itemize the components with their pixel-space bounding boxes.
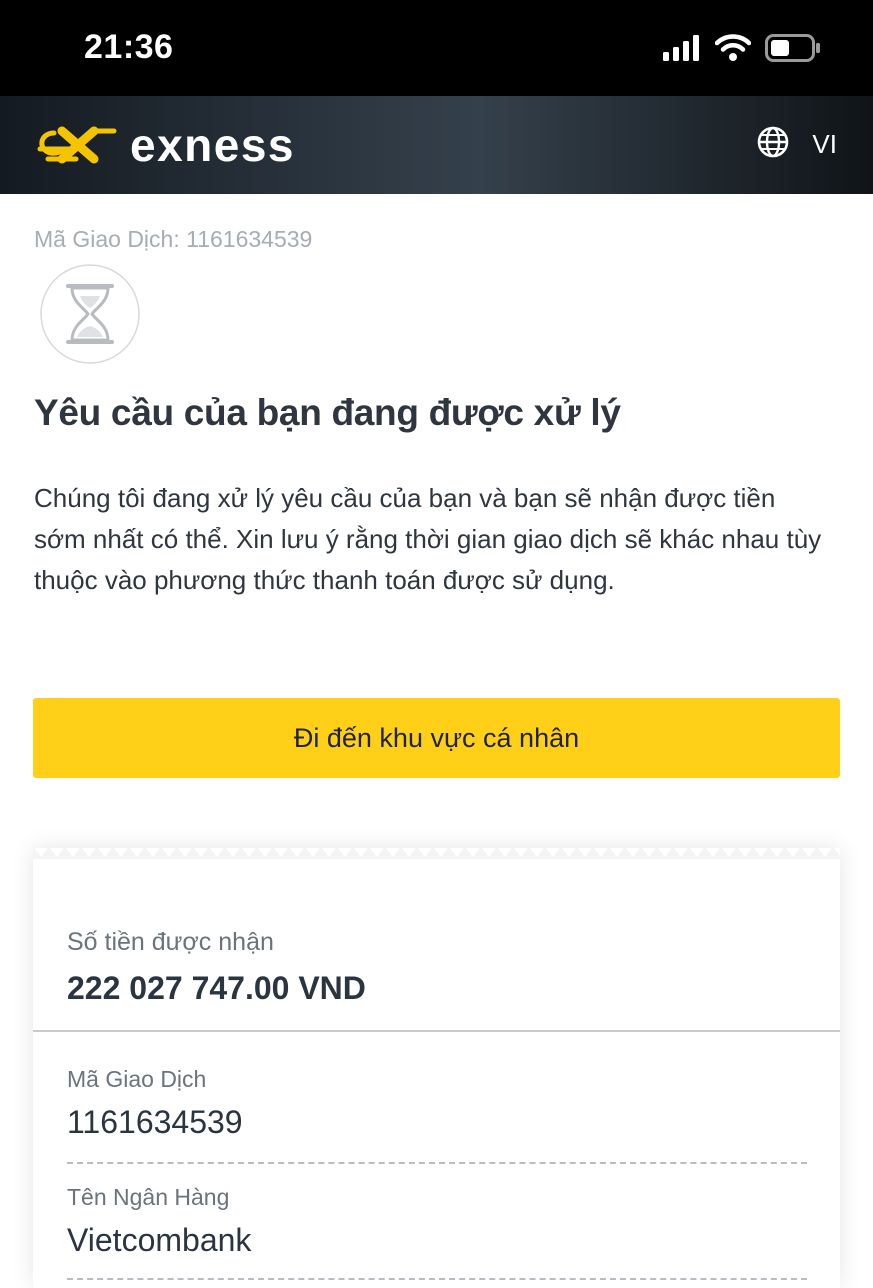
pending-status-badge (40, 264, 140, 364)
status-icons (663, 32, 821, 68)
transaction-reference: Mã Giao Dịch: 1161634539 (34, 226, 313, 252)
detail-row-bank-name: Tên Ngân Hàng Vietcombank (67, 1184, 807, 1274)
wifi-icon (714, 33, 752, 67)
language-code: VI (812, 128, 837, 159)
hourglass-icon (40, 264, 140, 364)
page-title: Yêu cầu của bạn đang được xử lý (34, 392, 621, 433)
go-to-personal-area-button[interactable]: Đi đến khu vực cá nhân (33, 698, 840, 778)
detail-value: 1161634539 (67, 1104, 243, 1140)
language-switcher[interactable]: VI (756, 124, 837, 164)
detail-label: Tên Ngân Hàng (67, 1184, 230, 1210)
app-header: exness VI (0, 96, 873, 194)
amount-value: 222 027 747.00 VND (67, 970, 366, 1006)
status-time: 21:36 (84, 28, 174, 66)
cellular-signal-icon (663, 34, 701, 66)
amount-section: Số tiền được nhận 222 027 747.00 VND (33, 848, 840, 1032)
status-bar: 21:36 (0, 0, 873, 96)
detail-label: Mã Giao Dịch (67, 1066, 207, 1092)
receipt-card: Số tiền được nhận 222 027 747.00 VND Mã … (33, 847, 840, 1288)
detail-value: Vietcombank (67, 1222, 252, 1258)
exness-logo[interactable]: exness (36, 118, 295, 172)
brand-name: exness (130, 119, 296, 171)
battery-icon (765, 33, 821, 67)
globe-icon (756, 125, 790, 164)
status-description: Chúng tôi đang xử lý yêu cầu của bạn và … (34, 483, 822, 595)
dashed-divider (67, 1162, 807, 1164)
exness-logo-mark-icon (37, 126, 117, 164)
amount-label: Số tiền được nhận (67, 928, 274, 956)
detail-row-transaction-id: Mã Giao Dịch 1161634539 (67, 1066, 807, 1156)
